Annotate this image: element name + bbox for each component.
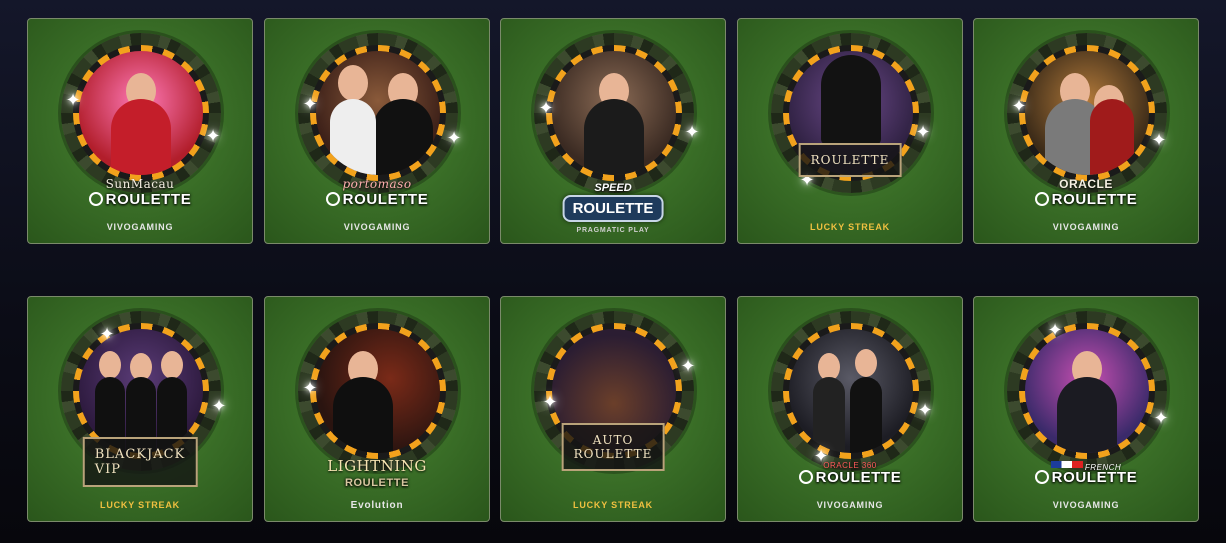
sparkle-icon: ✦ bbox=[680, 356, 696, 376]
sparkle-icon: ✦ bbox=[1153, 408, 1169, 428]
game-tile-french-roulette[interactable]: ✦ ✦ FRENCH ROULETTE VIVOGAMING bbox=[973, 296, 1199, 522]
sparkle-icon: ✦ bbox=[65, 90, 81, 110]
game-subtitle: portomaso bbox=[342, 177, 412, 191]
game-tile-oracle-360-roulette[interactable]: ✦ ✦ ORACLE 360 ROULETTE VIVOGAMING bbox=[737, 296, 963, 522]
sparkle-icon: ✦ bbox=[99, 324, 115, 344]
sparkle-icon: ✦ bbox=[917, 400, 933, 420]
game-title: ROULETTE bbox=[738, 469, 962, 486]
game-title: ROULETTE bbox=[562, 195, 664, 222]
game-tile-portomaso-roulette[interactable]: ✦ ✦ portomaso ROULETTE VIVOGAMING bbox=[264, 18, 490, 244]
game-title: ROULETTE bbox=[974, 191, 1198, 208]
game-subtitle: LIGHTNING bbox=[327, 457, 427, 475]
game-title: ROULETTE bbox=[265, 191, 489, 208]
provider-label: VIVOGAMING bbox=[343, 222, 411, 232]
sparkle-icon: ✦ bbox=[684, 122, 700, 142]
vivo-logo-icon bbox=[798, 470, 813, 484]
sparkle-icon: ✦ bbox=[542, 392, 558, 412]
sparkle-icon: ✦ bbox=[205, 126, 221, 146]
game-tile-auto-roulette[interactable]: ✦ ✦ AUTO ROULETTE LUCKY STREAK bbox=[500, 296, 726, 522]
game-tile-sunmacau-roulette[interactable]: ✦ ✦ SunMacau ROULETTE VIVOGAMING bbox=[27, 18, 253, 244]
game-title: ROULETTE bbox=[798, 143, 902, 177]
vivo-logo-icon bbox=[325, 192, 340, 206]
game-grid: ✦ ✦ SunMacau ROULETTE VIVOGAMING ✦ ✦ por… bbox=[0, 0, 1226, 543]
provider-label: LUCKY STREAK bbox=[573, 500, 653, 510]
game-tile-speed-roulette[interactable]: ✦ ✦ SPEED ROULETTE PRAGMATIC PLAY bbox=[500, 18, 726, 244]
provider-label: Evolution bbox=[350, 500, 404, 511]
dealer-photo bbox=[79, 51, 203, 175]
sparkle-icon: ✦ bbox=[1151, 130, 1167, 150]
provider-label: PRAGMATIC PLAY bbox=[576, 227, 650, 234]
game-tile-oracle-roulette[interactable]: ✦ ✦ ORACLE ROULETTE VIVOGAMING bbox=[973, 18, 1199, 244]
provider-label: LUCKY STREAK bbox=[100, 500, 180, 510]
game-tile-blackjack-vip[interactable]: ✦ ✦ BLACKJACK VIP LUCKY STREAK bbox=[27, 296, 253, 522]
sparkle-icon: ✦ bbox=[211, 396, 227, 416]
provider-label: VIVOGAMING bbox=[1052, 500, 1120, 510]
sparkle-icon: ✦ bbox=[446, 128, 462, 148]
sparkle-icon: ✦ bbox=[538, 98, 554, 118]
vivo-logo-icon bbox=[1034, 192, 1049, 206]
provider-label: VIVOGAMING bbox=[106, 222, 174, 232]
game-title: ROULETTE bbox=[344, 477, 410, 489]
game-subtitle: SPEED bbox=[594, 182, 632, 194]
game-title: ROULETTE bbox=[28, 191, 252, 208]
sparkle-icon: ✦ bbox=[302, 378, 318, 398]
dealer-photo bbox=[1025, 51, 1149, 175]
provider-label: VIVOGAMING bbox=[816, 500, 884, 510]
game-title: BLACKJACK VIP bbox=[82, 437, 198, 487]
game-tile-lightning-roulette[interactable]: ✦ LIGHTNING ROULETTE Evolution bbox=[264, 296, 490, 522]
dealer-photo bbox=[552, 51, 676, 175]
vivo-logo-icon bbox=[1034, 470, 1049, 484]
sparkle-icon: ✦ bbox=[1047, 320, 1063, 340]
dealer-photo bbox=[789, 329, 913, 453]
dealer-photo bbox=[316, 329, 440, 453]
dealer-photo bbox=[79, 329, 203, 453]
dealer-photo bbox=[316, 51, 440, 175]
game-subtitle: SunMacau bbox=[105, 177, 175, 191]
game-tile-roulette-luckystreak[interactable]: ✦ ✦ ROULETTE LUCKY STREAK bbox=[737, 18, 963, 244]
sparkle-icon: ✦ bbox=[1011, 96, 1027, 116]
sparkle-icon: ✦ bbox=[302, 94, 318, 114]
provider-label: VIVOGAMING bbox=[1052, 222, 1120, 232]
provider-label: LUCKY STREAK bbox=[810, 222, 890, 232]
game-title: ROULETTE bbox=[974, 469, 1198, 486]
french-flag-icon bbox=[1050, 461, 1083, 468]
dealer-photo bbox=[1025, 329, 1149, 453]
vivo-logo-icon bbox=[88, 192, 103, 206]
game-subtitle: ORACLE bbox=[1059, 177, 1113, 191]
sparkle-icon: ✦ bbox=[915, 122, 931, 142]
game-title: AUTO ROULETTE bbox=[561, 423, 665, 471]
